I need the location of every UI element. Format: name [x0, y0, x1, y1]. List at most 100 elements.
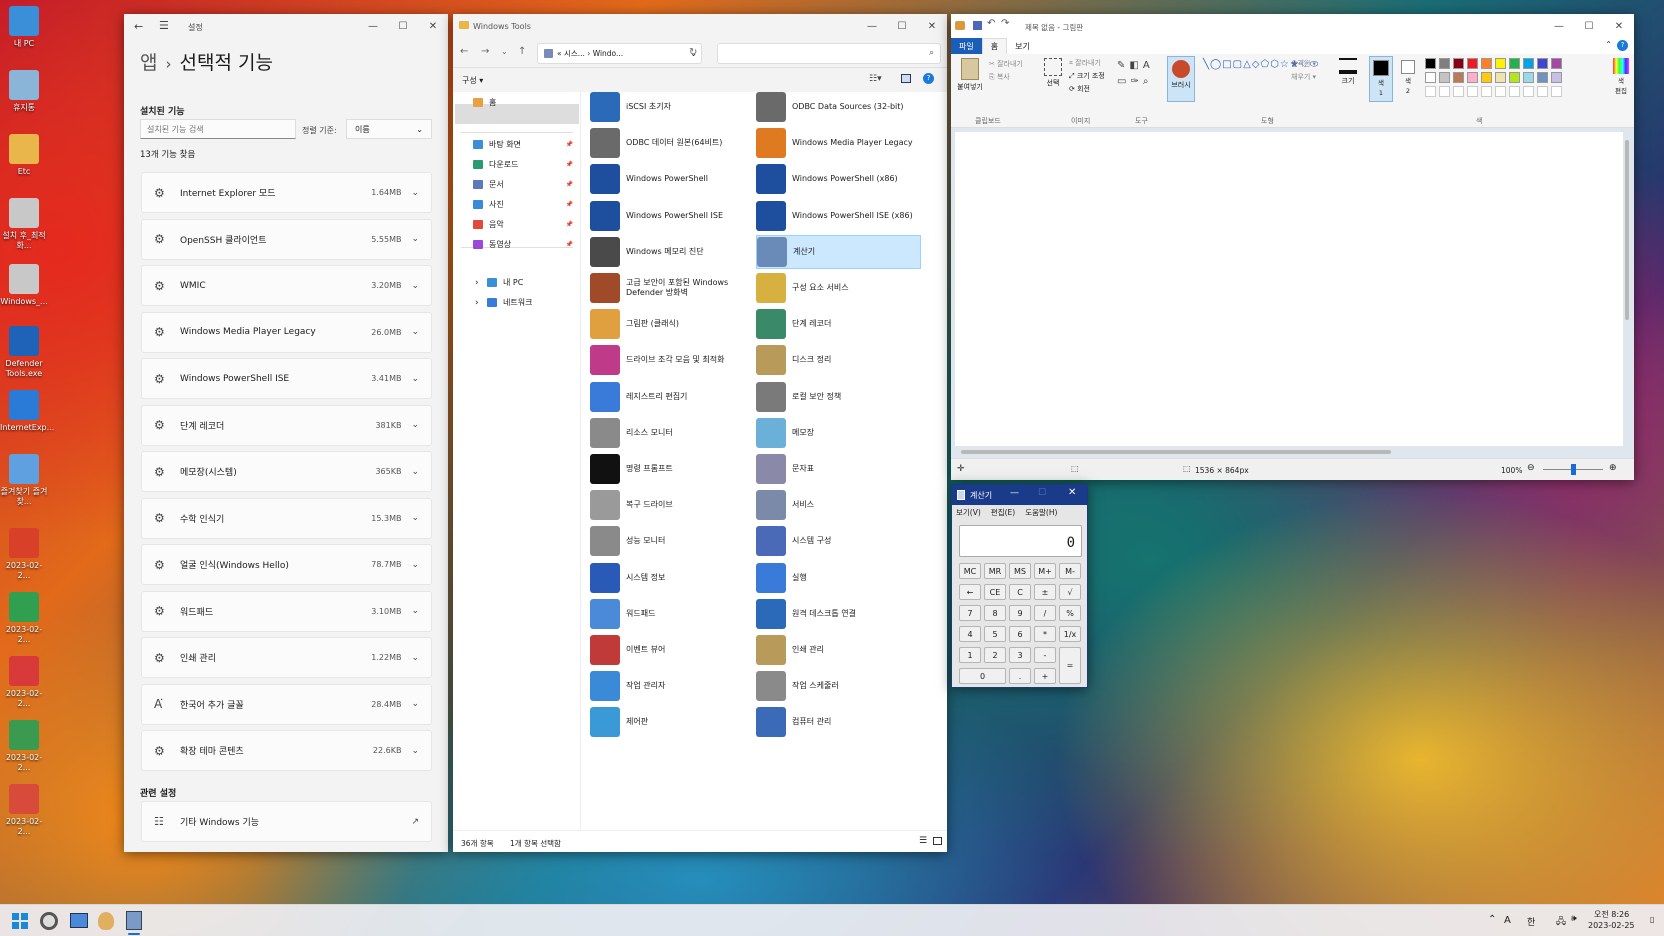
tool-item[interactable]: 서비스: [756, 488, 921, 522]
palette-color[interactable]: [1537, 72, 1548, 83]
chevron-up-icon[interactable]: ⌃: [1488, 914, 1496, 925]
nav-item[interactable]: › 내 PC: [475, 277, 587, 288]
close-button[interactable]: ✕: [1068, 487, 1076, 498]
palette-color[interactable]: [1495, 58, 1506, 69]
edit-colors-button[interactable]: 색 편집: [1611, 58, 1631, 96]
notification-icon[interactable]: ▯: [1650, 915, 1654, 924]
palette-color[interactable]: [1425, 58, 1436, 69]
chevron-right-icon[interactable]: ›: [475, 278, 479, 288]
file-menu-tab[interactable]: 파일: [951, 38, 982, 54]
size-button[interactable]: 크기: [1337, 58, 1359, 86]
calc-key[interactable]: %: [1059, 605, 1081, 621]
palette-empty[interactable]: [1425, 86, 1436, 97]
palette-color[interactable]: [1481, 72, 1492, 83]
desktop-icon[interactable]: 2023-02-2...: [0, 592, 48, 645]
calc-key[interactable]: +: [1034, 668, 1056, 684]
tool-item[interactable]: 시스템 구성: [756, 524, 921, 558]
calc-key[interactable]: 8: [984, 605, 1006, 621]
tool-item[interactable]: 문자표: [756, 452, 921, 486]
select-button[interactable]: 선택: [1041, 58, 1065, 88]
calc-key[interactable]: /: [1034, 605, 1056, 621]
pencil-tools[interactable]: ✎◧A: [1117, 60, 1154, 71]
chevron-down-icon[interactable]: ⌄: [411, 374, 419, 384]
view-options-icon[interactable]: ☷▾: [869, 74, 882, 84]
tool-item[interactable]: 리소스 모니터: [590, 416, 755, 450]
tool-item[interactable]: 그림판 (클래식): [590, 307, 755, 341]
copy-button[interactable]: ⎘ 복사: [989, 72, 1010, 82]
calc-key[interactable]: C: [1009, 584, 1031, 600]
palette-color[interactable]: [1551, 58, 1562, 69]
pin-icon[interactable]: 📌: [566, 221, 573, 228]
calc-key[interactable]: 2: [984, 647, 1006, 663]
calc-key[interactable]: M-: [1059, 563, 1081, 579]
preview-pane-icon[interactable]: [901, 74, 911, 83]
palette-color[interactable]: [1523, 58, 1534, 69]
pin-icon[interactable]: 📌: [566, 181, 573, 188]
tool-item[interactable]: 원격 데스크톱 연결: [756, 597, 921, 631]
tool-item[interactable]: 컴퓨터 관리: [756, 705, 921, 739]
feature-item[interactable]: ⚙ 메모장(시스템) 365KB ⌄: [141, 451, 432, 492]
horizontal-scrollbar[interactable]: [961, 450, 1391, 454]
feature-search-input[interactable]: [140, 119, 296, 139]
feature-item[interactable]: ⚙ 단계 레코더 381KB ⌄: [141, 404, 432, 446]
feature-item[interactable]: ⚙ Windows PowerShell ISE 3.41MB ⌄: [141, 358, 432, 399]
palette-color[interactable]: [1439, 72, 1450, 83]
tool-item[interactable]: 구성 요소 서비스: [756, 271, 921, 305]
calc-key[interactable]: *: [1034, 626, 1056, 642]
paste-button[interactable]: 붙여넣기: [955, 58, 985, 110]
calc-key[interactable]: 3: [1009, 647, 1031, 663]
desktop-icon[interactable]: Etc: [0, 134, 48, 177]
chevron-down-icon[interactable]: ⌄: [411, 560, 419, 570]
desktop-icon[interactable]: 2023-02-2...: [0, 720, 48, 773]
chevron-down-icon[interactable]: ⌄: [411, 746, 419, 756]
refresh-icon[interactable]: ↻: [689, 47, 697, 58]
tool-item[interactable]: 워드패드: [590, 597, 755, 631]
color2-button[interactable]: 색 2: [1397, 56, 1419, 102]
chevron-down-icon[interactable]: ⌄: [411, 188, 419, 198]
calc-key[interactable]: √: [1059, 584, 1081, 600]
tool-item[interactable]: ODBC Data Sources (32-bit): [756, 90, 921, 124]
minimize-button[interactable]: —: [857, 14, 887, 38]
close-button[interactable]: ✕: [418, 14, 448, 38]
tool-item[interactable]: 이벤트 뷰어: [590, 633, 755, 667]
desktop-icon[interactable]: 2023-02-2...: [0, 528, 48, 581]
desktop-icon[interactable]: 설치 후_최적화...: [0, 198, 48, 251]
calc-key[interactable]: MR: [984, 563, 1006, 579]
start-button[interactable]: [12, 913, 28, 929]
breadcrumb-parent[interactable]: 앱: [140, 48, 157, 75]
palette-empty[interactable]: [1439, 86, 1450, 97]
network-icon[interactable]: 🖧: [1556, 914, 1566, 930]
volume-icon[interactable]: 🕪: [1571, 914, 1577, 924]
palette-color[interactable]: [1467, 72, 1478, 83]
feature-item[interactable]: ⚙ 수학 인식기 15.3MB ⌄: [141, 497, 432, 539]
palette-color[interactable]: [1467, 58, 1478, 69]
tool-item[interactable]: 인쇄 관리: [756, 633, 921, 667]
calc-key[interactable]: 7: [959, 605, 981, 621]
vertical-scrollbar[interactable]: [1625, 140, 1629, 320]
taskbar-control-panel[interactable]: [70, 913, 88, 928]
tool-item[interactable]: 단계 레코더: [756, 307, 921, 341]
feature-item[interactable]: ⚙ WMIC 3.20MB ⌄: [141, 265, 432, 306]
outline-button[interactable]: 윤곽선 ▾: [1291, 59, 1316, 69]
crop-button[interactable]: ⌗ 잘라내기: [1069, 58, 1101, 68]
taskbar-calculator[interactable]: [126, 911, 142, 930]
feature-item[interactable]: ⚙ Internet Explorer 모드 1.64MB ⌄: [141, 172, 432, 213]
palette-color[interactable]: [1439, 58, 1450, 69]
tool-item[interactable]: 제어판: [590, 705, 755, 739]
tab-home[interactable]: 홈: [981, 38, 1008, 54]
tool-item[interactable]: 실행: [756, 561, 921, 595]
tool-item[interactable]: 로컬 보안 정책: [756, 380, 921, 414]
calc-key[interactable]: -: [1034, 647, 1056, 663]
calc-key[interactable]: ±: [1034, 584, 1056, 600]
pin-icon[interactable]: 📌: [566, 161, 573, 168]
zoom-slider[interactable]: [1543, 464, 1603, 475]
rotate-button[interactable]: ⟳ 회전: [1069, 84, 1090, 94]
chevron-down-icon[interactable]: ⌄: [411, 234, 419, 244]
calc-key[interactable]: M+: [1034, 563, 1056, 579]
feature-item[interactable]: ⚙ 워드패드 3.10MB ⌄: [141, 590, 432, 632]
calc-key[interactable]: 1: [959, 647, 981, 663]
back-arrow-icon[interactable]: ←: [134, 20, 143, 33]
maximize-button[interactable]: ☐: [887, 14, 917, 38]
palette-empty[interactable]: [1453, 86, 1464, 97]
tool-item[interactable]: 고급 보안이 포함된 Windows Defender 방화벽: [590, 271, 755, 305]
